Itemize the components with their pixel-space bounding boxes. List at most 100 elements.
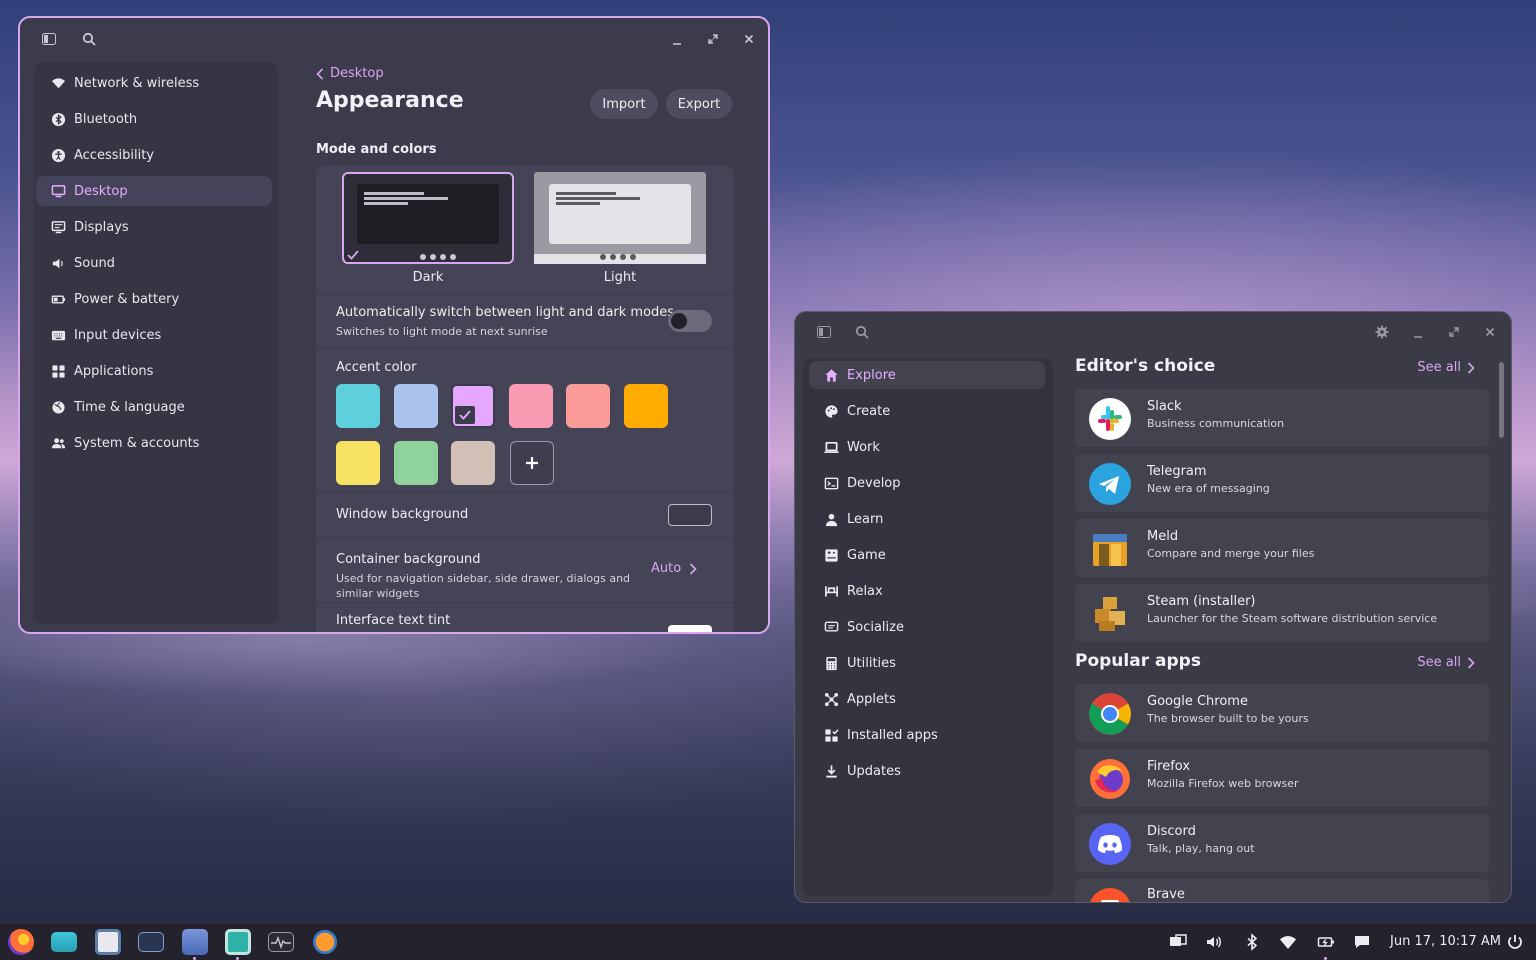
back-link[interactable]: Desktop [316, 66, 384, 81]
palette-icon [823, 403, 839, 419]
sidebar-item-power[interactable]: Power & battery [36, 284, 272, 314]
search-icon[interactable] [851, 321, 873, 343]
minimize-icon[interactable] [1407, 323, 1429, 345]
container-background-row[interactable]: Container background Used for navigation… [316, 538, 734, 602]
close-icon[interactable] [1479, 321, 1501, 343]
sidebar-toggle-icon[interactable] [38, 28, 60, 50]
store-nav-develop[interactable]: Develop [809, 469, 1045, 497]
workspaces-icon[interactable] [1168, 932, 1188, 952]
store-nav-create[interactable]: Create [809, 397, 1045, 425]
sidebar-toggle-icon[interactable] [813, 321, 835, 343]
wifi-icon[interactable] [1278, 932, 1298, 952]
store-nav-game[interactable]: Game [809, 541, 1045, 569]
store-nav-label: Learn [847, 511, 884, 527]
container-background-subtitle-1: Used for navigation sidebar, side drawer… [336, 572, 631, 585]
search-icon[interactable] [78, 28, 100, 50]
light-mode-option[interactable] [534, 172, 706, 264]
sidebar-item-time[interactable]: Time & language [36, 392, 272, 422]
battery-icon[interactable] [1316, 932, 1336, 952]
accent-swatch[interactable] [623, 384, 668, 428]
accent-swatch[interactable] [508, 384, 553, 428]
gear-icon[interactable] [1371, 321, 1393, 343]
speaker-icon [50, 255, 66, 271]
accent-swatch[interactable] [451, 441, 495, 485]
blender-icon[interactable] [312, 929, 338, 955]
app-card[interactable]: Firefox Mozilla Firefox web browser [1075, 749, 1489, 807]
accent-swatch[interactable] [451, 384, 495, 428]
close-icon[interactable] [738, 28, 760, 50]
accent-swatch[interactable] [393, 441, 438, 485]
dark-mode-option[interactable] [342, 172, 514, 264]
section-heading-mode: Mode and colors [316, 142, 437, 157]
sidebar-item-label: Sound [74, 255, 115, 271]
store-nav-label: Develop [847, 475, 901, 491]
sidebar-item-bluetooth[interactable]: Bluetooth [36, 104, 272, 134]
auto-switch-toggle[interactable] [668, 310, 712, 332]
sidebar-item-accessibility[interactable]: Accessibility [36, 140, 272, 170]
interface-tint-swatch[interactable] [668, 625, 712, 632]
settings-app-icon[interactable] [182, 929, 208, 955]
app-card[interactable]: Telegram New era of messaging [1075, 454, 1489, 512]
app-card[interactable]: Slack Business communication [1075, 389, 1489, 447]
check-icon [455, 406, 475, 424]
store-nav-socialize[interactable]: Socialize [809, 613, 1045, 641]
app-description: Compare and merge your files [1147, 547, 1315, 560]
clock[interactable]: Jun 17, 10:17 AM [1390, 934, 1501, 949]
interface-tint-row: Interface text tint [316, 603, 734, 632]
store-nav-utilities[interactable]: Utilities [809, 649, 1045, 677]
system-monitor-icon[interactable] [268, 932, 294, 952]
notifications-icon[interactable] [1352, 932, 1372, 952]
volume-icon[interactable] [1204, 932, 1224, 952]
chevron-left-icon [316, 67, 324, 80]
app-card[interactable]: Google Chrome The browser built to be yo… [1075, 684, 1489, 742]
accent-swatch[interactable] [566, 384, 610, 428]
window-background-title: Window background [336, 507, 469, 522]
store-app-icon[interactable] [225, 929, 251, 955]
app-name: Telegram [1147, 464, 1207, 479]
text-editor-icon[interactable] [95, 929, 121, 955]
minimize-icon[interactable] [666, 30, 688, 52]
store-nav-updates[interactable]: Updates [809, 757, 1045, 785]
sidebar-item-label: System & accounts [74, 435, 200, 451]
maximize-icon[interactable] [702, 28, 724, 50]
sidebar-item-displays[interactable]: Displays [36, 212, 272, 242]
store-nav-installed[interactable]: Installed apps [809, 721, 1045, 749]
terminal-icon[interactable] [138, 932, 164, 952]
store-nav-label: Explore [847, 367, 896, 383]
store-nav-relax[interactable]: Relax [809, 577, 1045, 605]
store-nav-explore[interactable]: Explore [809, 361, 1045, 389]
import-button[interactable]: Import [590, 89, 658, 119]
app-card[interactable]: Discord Talk, play, hang out [1075, 814, 1489, 872]
files-icon[interactable] [51, 932, 77, 952]
firefox-icon[interactable] [8, 929, 34, 955]
power-icon[interactable] [1505, 932, 1525, 952]
popular-apps-see-all[interactable]: See all [1417, 655, 1475, 670]
maximize-icon[interactable] [1443, 321, 1465, 343]
store-nav-learn[interactable]: Learn [809, 505, 1045, 533]
app-card[interactable]: Meld Compare and merge your files [1075, 519, 1489, 577]
app-card[interactable]: Brave [1075, 879, 1489, 902]
add-accent-button[interactable] [510, 441, 554, 485]
bluetooth-icon[interactable] [1242, 932, 1262, 952]
sidebar-item-network[interactable]: Network & wireless [36, 68, 272, 98]
accent-swatch[interactable] [336, 441, 380, 485]
store-nav-applets[interactable]: Applets [809, 685, 1045, 713]
sidebar-item-sound[interactable]: Sound [36, 248, 272, 278]
home-icon [823, 367, 839, 383]
editors-choice-see-all[interactable]: See all [1417, 360, 1475, 375]
sidebar-item-system[interactable]: System & accounts [36, 428, 272, 458]
store-nav-work[interactable]: Work [809, 433, 1045, 461]
app-description: Mozilla Firefox web browser [1147, 777, 1299, 790]
sidebar-item-input[interactable]: Input devices [36, 320, 272, 350]
sidebar-item-applications[interactable]: Applications [36, 356, 272, 386]
container-background-value[interactable]: Auto [651, 561, 697, 576]
sidebar-item-desktop[interactable]: Desktop [36, 176, 272, 206]
accent-swatch[interactable] [393, 384, 438, 428]
accent-swatch[interactable] [336, 384, 380, 428]
app-name: Steam (installer) [1147, 594, 1256, 609]
scrollbar[interactable] [1499, 362, 1504, 438]
app-card[interactable]: Steam (installer) Launcher for the Steam… [1075, 584, 1489, 642]
check-icon [346, 246, 364, 262]
window-background-swatch[interactable] [668, 504, 712, 526]
export-button[interactable]: Export [666, 89, 732, 119]
